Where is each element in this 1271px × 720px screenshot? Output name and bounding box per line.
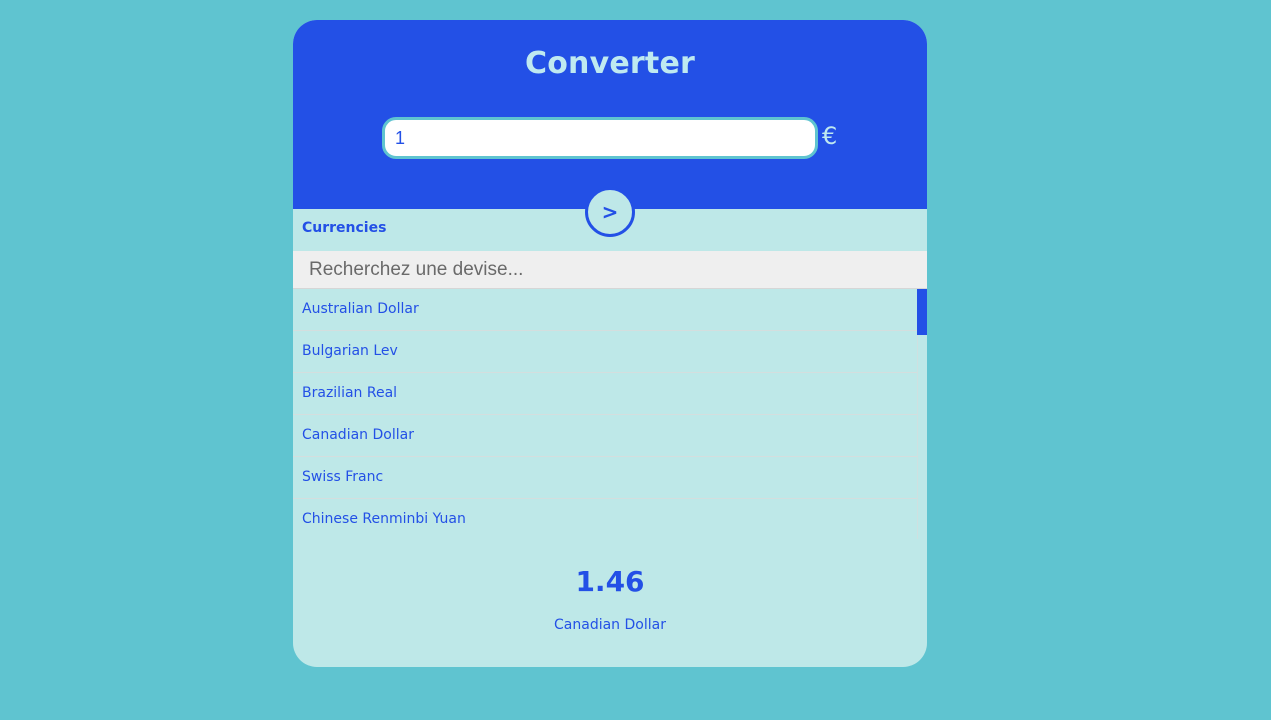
list-item[interactable]: Swiss Franc [293,457,917,499]
scrollbar-thumb[interactable] [917,289,927,335]
currency-list[interactable]: Australian Dollar Bulgarian Lev Brazilia… [293,289,918,539]
list-item[interactable]: Bulgarian Lev [293,331,917,373]
currency-search-input[interactable] [293,251,927,289]
result-currency-label: Canadian Dollar [554,617,666,633]
result-value: 1.46 [575,565,645,598]
list-item[interactable]: Canadian Dollar [293,415,917,457]
list-item[interactable]: Australian Dollar [293,289,917,331]
page-title: Converter [525,46,695,81]
amount-input[interactable] [382,117,818,159]
converter-card: Converter € > Currencies Australian Doll… [293,20,927,667]
list-item[interactable]: Brazilian Real [293,373,917,415]
convert-button[interactable]: > [585,187,635,237]
currencies-label: Currencies [302,220,387,236]
converter-header: Converter € [293,20,927,209]
currency-symbol: € [822,122,838,150]
list-item[interactable]: Chinese Renminbi Yuan [293,499,917,539]
